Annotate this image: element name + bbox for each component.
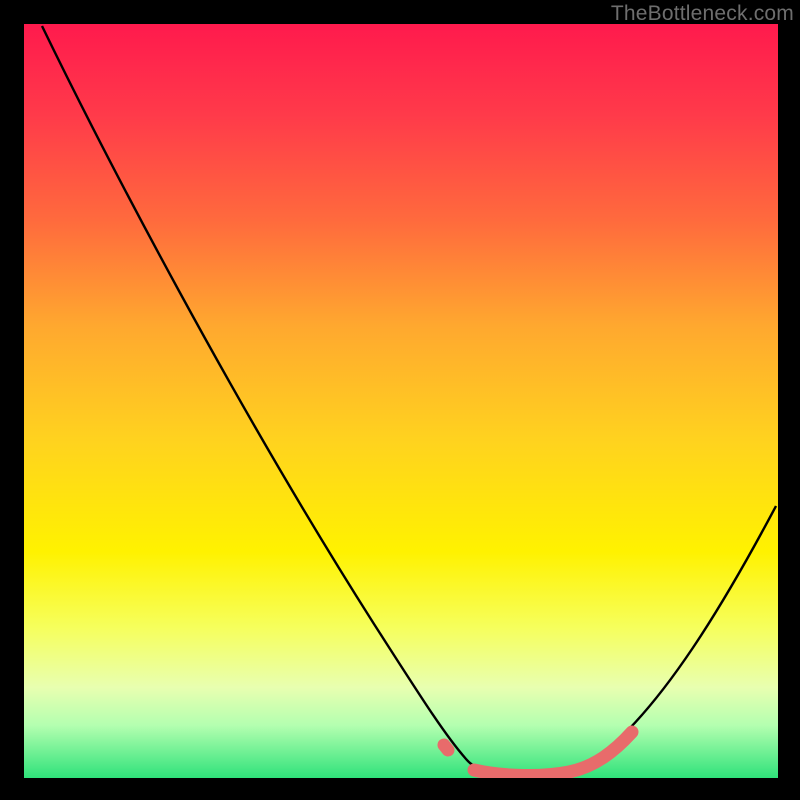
watermark-text: TheBottleneck.com <box>611 2 794 26</box>
highlight-segment <box>474 732 632 776</box>
bottleneck-curve <box>42 26 776 776</box>
chart-stage: TheBottleneck.com <box>0 0 800 800</box>
curve-layer <box>24 24 778 778</box>
plot-area <box>24 24 778 778</box>
highlight-dot <box>444 745 448 750</box>
